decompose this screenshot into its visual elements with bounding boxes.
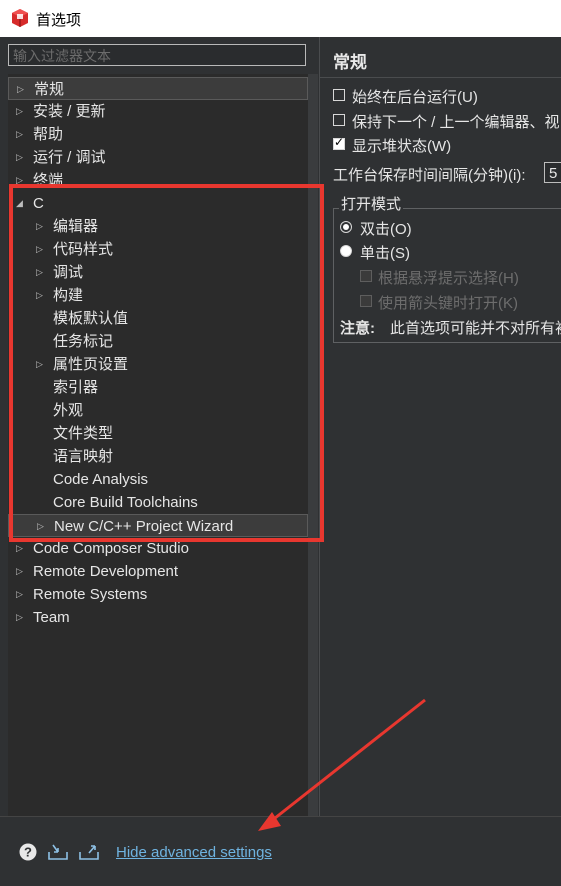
collapsed-arrow-icon[interactable]: ▷ [16,583,26,606]
tree-item[interactable]: ▷ 常规 [8,77,308,100]
tree-item[interactable]: 外观 [8,399,308,422]
tree-item-label: Remote Systems [33,586,148,603]
tree-item-label: Code Composer Studio [33,540,189,557]
import-icon[interactable] [47,843,69,861]
tree-item-label: 安装 / 更新 [33,103,106,120]
show-heap-label: 显示堆状态(W) [352,138,452,155]
tree-item[interactable]: ▷ Remote Development [8,560,308,583]
keep-editor-label: 保持下一个 / 上一个编辑器、视 [352,114,560,131]
tree-item-label: Core Build Toolchains [53,494,198,511]
open-mode-title: 打开模式 [339,193,404,214]
filter-input[interactable]: 输入过滤器文本 [8,44,306,66]
collapsed-arrow-icon[interactable]: ▷ [16,100,26,123]
single-click-label: 单击(S) [360,245,410,262]
tree-item[interactable]: ▷ 安装 / 更新 [8,100,308,123]
tree-item-label: New C/C++ Project Wizard [54,518,234,535]
arrow-open-label: 使用箭头键时打开(K) [378,295,518,312]
tree-item[interactable]: ◢ C [8,192,308,215]
save-interval-label: 工作台保存时间间隔(分钟)(i): [333,167,526,184]
window-title: 首选项 [36,12,82,29]
collapsed-arrow-icon[interactable]: ▷ [36,284,46,307]
tree-item-label: 文件类型 [53,425,114,442]
preference-tree: ▷ 常规 ▷ 安装 / 更新 ▷ 帮助 ▷ 运行 / 调试 ▷ 终端 ◢ C ▷ 编辑器 ▷ 代码样式 ▷ 调试 ▷… [8,74,308,816]
preference-tree-pane: 输入过滤器文本 ▷ 常规 ▷ 安装 / 更新 ▷ 帮助 ▷ 运行 / 调试 ▷ 终端 ◢ C ▷ 编辑器 ▷… [0,37,320,816]
tree-item-label: 索引器 [53,379,99,396]
tree-item-label: 运行 / 调试 [33,149,106,166]
collapsed-arrow-icon[interactable]: ▷ [36,238,46,261]
run-in-background-label: 始终在后台运行(U) [352,89,478,106]
tree-item[interactable]: 语言映射 [8,445,308,468]
save-interval-input[interactable]: 5 [544,162,561,183]
collapsed-arrow-icon[interactable]: ▷ [16,146,26,169]
tree-item[interactable]: ▷ 属性页设置 [8,353,308,376]
tree-item[interactable]: ▷ 构建 [8,284,308,307]
tree-item[interactable]: ▷ 运行 / 调试 [8,146,308,169]
collapsed-arrow-icon[interactable]: ▷ [16,560,26,583]
tree-item[interactable]: 任务标记 [8,330,308,353]
tree-item-label: 属性页设置 [53,356,129,373]
export-icon[interactable] [78,843,100,861]
hide-advanced-settings-link[interactable]: Hide advanced settings [116,844,272,861]
tree-item-label: 终端 [33,172,64,189]
tree-item-label: 常规 [34,81,65,98]
tree-item[interactable]: ▷ Code Composer Studio [8,537,308,560]
keep-editor-checkbox[interactable] [333,114,345,126]
collapsed-arrow-icon[interactable]: ▷ [17,78,27,101]
tree-item[interactable]: ▷ Remote Systems [8,583,308,606]
collapsed-arrow-icon[interactable]: ▷ [16,606,26,629]
tree-item[interactable]: 索引器 [8,376,308,399]
tree-item[interactable]: ▷ 终端 [8,169,308,192]
double-click-label: 双击(O) [360,221,412,238]
tree-item-label: 帮助 [33,126,64,143]
show-heap-checkbox[interactable] [333,135,345,150]
tree-item[interactable]: ▷ 调试 [8,261,308,284]
general-settings-pane: 常规 始终在后台运行(U) 保持下一个 / 上一个编辑器、视 显示堆状态(W) … [320,37,561,816]
tree-item-label: 模板默认值 [53,310,129,327]
page-title: 常规 [333,53,367,72]
bottom-bar: ? Hide advanced settings [0,816,561,886]
tree-item[interactable]: 模板默认值 [8,307,308,330]
double-click-radio[interactable] [340,221,352,233]
title-bar: 首选项 [0,0,561,37]
collapsed-arrow-icon[interactable]: ▷ [16,537,26,560]
svg-text:?: ? [24,845,32,860]
tree-item-label: 任务标记 [53,333,114,350]
run-in-background-checkbox[interactable] [333,89,345,101]
tree-item[interactable]: ▷ 帮助 [8,123,308,146]
collapsed-arrow-icon[interactable]: ▷ [36,261,46,284]
tree-item[interactable]: Core Build Toolchains [8,491,308,514]
tree-item-label: 编辑器 [53,218,99,235]
tree-item[interactable]: ▷ Team [8,606,308,629]
settings-header: 常规 [320,37,561,78]
tree-scrollbar[interactable] [308,74,318,816]
note-text: 此首选项可能并不对所有初 [390,320,561,337]
collapsed-arrow-icon[interactable]: ▷ [16,123,26,146]
tree-item-label: Remote Development [33,563,179,580]
tree-item[interactable]: 文件类型 [8,422,308,445]
tree-item[interactable]: ▷ 编辑器 [8,215,308,238]
tree-item-label: 语言映射 [53,448,114,465]
help-icon[interactable]: ? [19,843,37,861]
tree-item[interactable]: Code Analysis [8,468,308,491]
hover-select-checkbox[interactable] [360,270,372,282]
collapsed-arrow-icon[interactable]: ▷ [36,353,46,376]
tree-item-label: Team [33,609,70,626]
collapsed-arrow-icon[interactable]: ▷ [36,215,46,238]
tree-item-label: 构建 [53,287,84,304]
tree-item[interactable]: ▷ 代码样式 [8,238,308,261]
tree-item-label: C [33,195,44,212]
expanded-arrow-icon[interactable]: ◢ [16,192,26,215]
arrow-open-checkbox[interactable] [360,295,372,307]
tree-item-label: Code Analysis [53,471,149,488]
single-click-radio[interactable] [340,245,352,257]
tree-item-label: 外观 [53,402,84,419]
collapsed-arrow-icon[interactable]: ▷ [16,169,26,192]
app-logo-icon [12,9,28,27]
hover-select-label: 根据悬浮提示选择(H) [378,270,519,287]
note-label: 注意: [340,320,375,337]
collapsed-arrow-icon[interactable]: ▷ [37,515,47,538]
tree-item[interactable]: ▷ New C/C++ Project Wizard [8,514,308,537]
tree-item-label: 代码样式 [53,241,114,258]
tree-item-label: 调试 [53,264,84,281]
